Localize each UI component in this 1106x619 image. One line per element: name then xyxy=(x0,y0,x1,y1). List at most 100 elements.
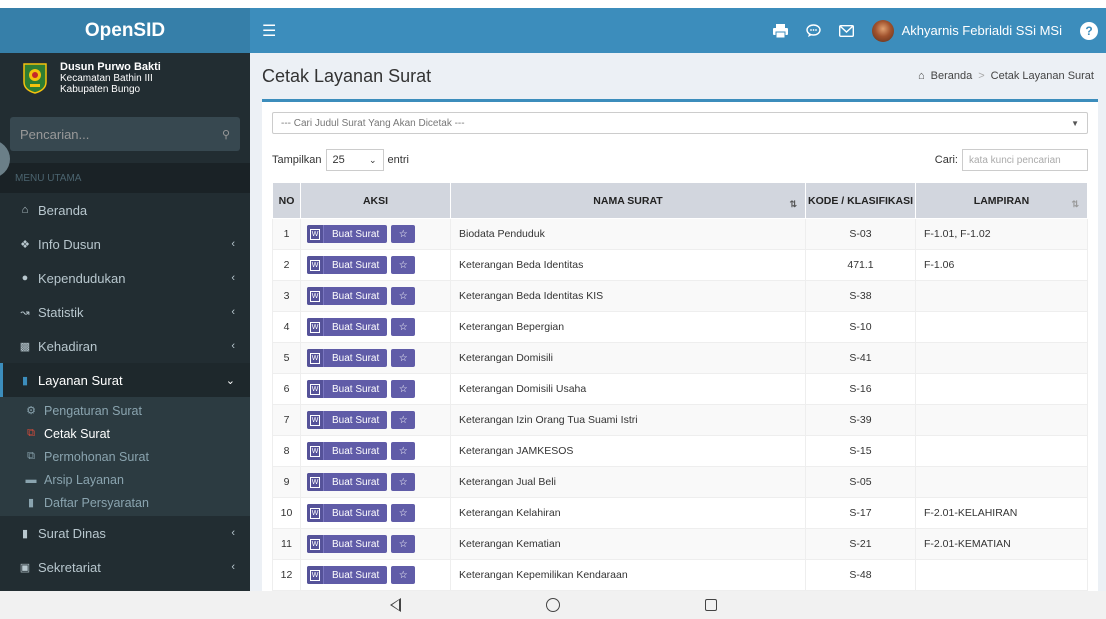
favorite-star-button[interactable]: ☆ xyxy=(391,349,416,367)
sidebar-item-surat-dinas[interactable]: ▮ Surat Dinas ‹ xyxy=(0,516,250,550)
word-doc-icon: W xyxy=(307,256,324,274)
cell-lampiran: F-2.01-KELAHIRAN xyxy=(915,497,1088,529)
judul-surat-select[interactable]: --- Cari Judul Surat Yang Akan Dicetak -… xyxy=(272,112,1088,134)
sidebar-item-kependudukan[interactable]: ● Kependudukan ‹ xyxy=(0,261,250,295)
surat-box: --- Cari Judul Surat Yang Akan Dicetak -… xyxy=(262,99,1098,591)
sort-icon[interactable]: ⇅ xyxy=(789,199,797,210)
favorite-star-button[interactable]: ☆ xyxy=(391,473,416,491)
cell-nama-surat: Keterangan Beda Identitas xyxy=(450,249,806,281)
sidebar-subitem-label: Cetak Surat xyxy=(44,426,111,441)
app-logo[interactable]: OpenSID xyxy=(0,8,250,53)
sidebar-subitem-permohonan-surat[interactable]: ⧉ Permohonan Surat xyxy=(0,445,250,468)
cell-lampiran xyxy=(915,280,1088,312)
favorite-star-button[interactable]: ☆ xyxy=(391,380,416,398)
buat-surat-button[interactable]: W Buat Surat xyxy=(307,473,388,491)
table-search-input[interactable] xyxy=(962,149,1088,171)
buat-surat-button[interactable]: W Buat Surat xyxy=(307,380,388,398)
cell-lampiran xyxy=(915,311,1088,343)
chat-icon[interactable] xyxy=(805,23,821,38)
breadcrumb: ⌂ Beranda > Cetak Layanan Surat xyxy=(918,70,1094,82)
favorite-star-button[interactable]: ☆ xyxy=(391,225,416,243)
home-button-icon[interactable] xyxy=(545,598,560,612)
back-icon[interactable] xyxy=(389,598,401,612)
cell-nama-surat: Keterangan Kepemilikan Kendaraan xyxy=(450,559,806,591)
village-regency: Kabupaten Bungo xyxy=(60,83,141,95)
chevron-left-icon: ‹ xyxy=(231,561,235,573)
sidebar-item-label: Statistik xyxy=(38,304,84,320)
sidebar-subitem-label: Daftar Persyaratan xyxy=(44,495,149,510)
book-icon: ▮ xyxy=(27,497,35,509)
menu-toggle-icon[interactable]: ☰ xyxy=(262,21,276,41)
buat-surat-button[interactable]: W Buat Surat xyxy=(307,442,388,460)
buat-surat-label: Buat Surat xyxy=(332,259,380,271)
navbar: ☰ Akhyarnis Febrialdi SSi MSi ? xyxy=(250,8,1106,53)
column-header-kode[interactable]: KODE / KLASIFIKASI xyxy=(805,182,916,219)
recents-icon[interactable] xyxy=(704,599,717,611)
judul-surat-placeholder: --- Cari Judul Surat Yang Akan Dicetak -… xyxy=(281,117,465,129)
sidebar-subitem-arsip-layanan[interactable]: ▬ Arsip Layanan xyxy=(0,468,250,491)
cell-no: 9 xyxy=(272,466,301,498)
search-icon[interactable]: ⚲ xyxy=(222,128,230,141)
buat-surat-button[interactable]: W Buat Surat xyxy=(307,535,388,553)
buat-surat-button[interactable]: W Buat Surat xyxy=(307,411,388,429)
user-avatar[interactable] xyxy=(871,19,894,42)
cell-lampiran xyxy=(915,342,1088,374)
sidebar-subitem-daftar-persyaratan[interactable]: ▮ Daftar Persyaratan xyxy=(0,491,250,514)
home-icon: ⌂ xyxy=(917,70,925,82)
cell-nama-surat: Keterangan Beda Identitas KIS xyxy=(450,280,806,312)
mail-icon[interactable] xyxy=(838,24,854,37)
cell-nama-surat: Keterangan Izin Orang Tua Suami Istri xyxy=(450,404,806,436)
favorite-star-button[interactable]: ☆ xyxy=(391,504,416,522)
cell-aksi: W Buat Surat ☆ xyxy=(300,218,451,250)
favorite-star-button[interactable]: ☆ xyxy=(391,256,416,274)
help-icon[interactable]: ? xyxy=(1080,21,1098,40)
search-label: Cari: xyxy=(934,154,958,166)
favorite-star-button[interactable]: ☆ xyxy=(391,411,416,429)
favorite-star-button[interactable]: ☆ xyxy=(391,318,416,336)
sidebar-item-sekretariat[interactable]: ▣ Sekretariat ‹ xyxy=(0,550,250,584)
buat-surat-button[interactable]: W Buat Surat xyxy=(307,287,388,305)
sidebar-item-beranda[interactable]: ⌂ Beranda xyxy=(0,193,250,227)
cell-no: 3 xyxy=(272,280,301,312)
column-header-no[interactable]: NO xyxy=(272,182,301,219)
buat-surat-label: Buat Surat xyxy=(332,507,380,519)
sort-icon[interactable]: ⇅ xyxy=(1071,199,1079,210)
user-name[interactable]: Akhyarnis Febrialdi SSi MSi xyxy=(902,23,1062,38)
buat-surat-button[interactable]: W Buat Surat xyxy=(307,349,388,367)
cell-lampiran xyxy=(915,466,1088,498)
cell-kode: S-17 xyxy=(805,497,916,529)
table-row: 8 W Buat Surat ☆ Keterangan JAMKESOS S-15 xyxy=(272,435,1088,467)
table-row: 12 W Buat Surat ☆ Keterangan Kepemilikan Ken… xyxy=(272,559,1088,591)
favorite-star-button[interactable]: ☆ xyxy=(391,535,416,553)
word-doc-icon: W xyxy=(307,380,324,398)
buat-surat-button[interactable]: W Buat Surat xyxy=(307,318,388,336)
favorite-star-button[interactable]: ☆ xyxy=(391,287,416,305)
sidebar-item-layanan-surat[interactable]: ▮ Layanan Surat ⌄ xyxy=(0,363,250,397)
buat-surat-button[interactable]: W Buat Surat xyxy=(307,225,388,243)
sidebar: Dusun Purwo Bakti Kecamatan Bathin III K… xyxy=(0,53,250,591)
buat-surat-button[interactable]: W Buat Surat xyxy=(307,566,388,584)
cell-aksi: W Buat Surat ☆ xyxy=(300,311,451,343)
village-district: Kecamatan Bathin III xyxy=(60,72,153,84)
breadcrumb-home[interactable]: Beranda xyxy=(931,70,973,82)
page-length-select[interactable]: 25 ⌄ xyxy=(325,149,384,171)
buat-surat-label: Buat Surat xyxy=(332,321,380,333)
sidebar-search-input[interactable] xyxy=(20,126,222,142)
cell-lampiran xyxy=(915,373,1088,405)
table-row: 9 W Buat Surat ☆ Keterangan Jual Beli S-05 xyxy=(272,466,1088,498)
favorite-star-button[interactable]: ☆ xyxy=(391,442,416,460)
favorite-star-button[interactable]: ☆ xyxy=(391,566,416,584)
column-header-lampiran[interactable]: LAMPIRAN ⇅ xyxy=(915,182,1088,219)
buat-surat-button[interactable]: W Buat Surat xyxy=(307,504,388,522)
sidebar-subitem-cetak-surat[interactable]: ⧉ Cetak Surat xyxy=(0,422,250,445)
sidebar-item-statistik[interactable]: ↝ Statistik ‹ xyxy=(0,295,250,329)
cell-aksi: W Buat Surat ☆ xyxy=(300,466,451,498)
column-header-nama-surat[interactable]: NAMA SURAT ⇅ xyxy=(450,182,806,219)
cell-aksi: W Buat Surat ☆ xyxy=(300,249,451,281)
buat-surat-label: Buat Surat xyxy=(332,569,380,581)
sidebar-item-info-dusun[interactable]: ❖ Info Dusun ‹ xyxy=(0,227,250,261)
sidebar-subitem-pengaturan-surat[interactable]: ⚙ Pengaturan Surat xyxy=(0,399,250,422)
buat-surat-button[interactable]: W Buat Surat xyxy=(307,256,388,274)
sidebar-item-kehadiran[interactable]: ▩ Kehadiran ‹ xyxy=(0,329,250,363)
print-icon[interactable] xyxy=(772,23,788,38)
